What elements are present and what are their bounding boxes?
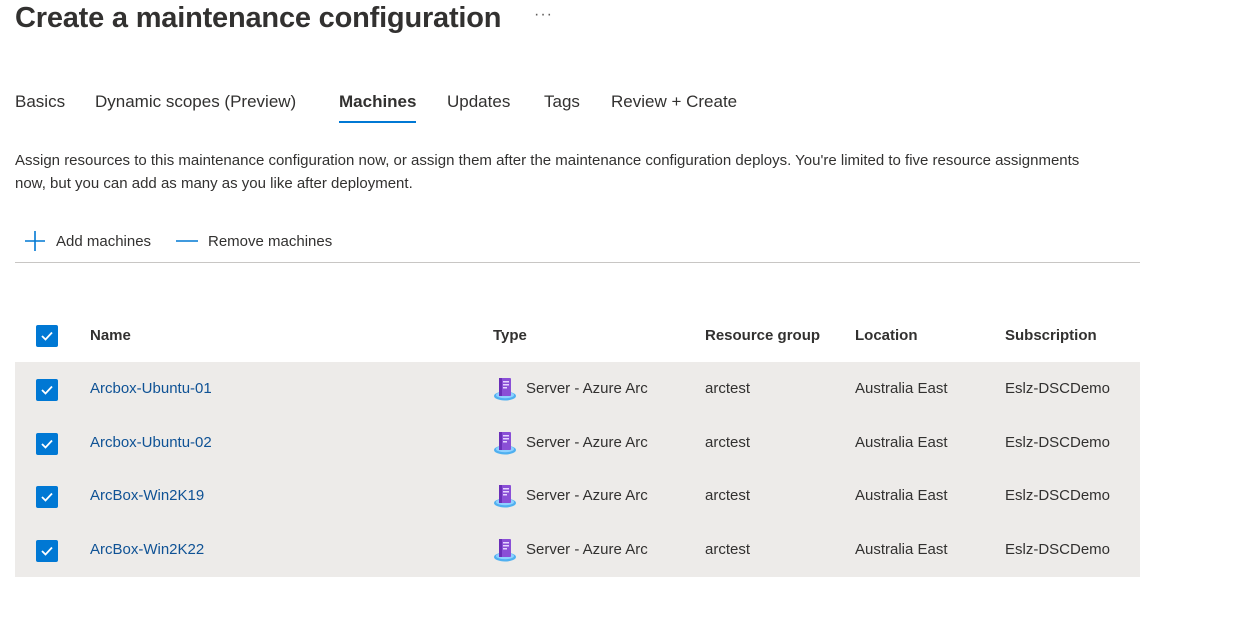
checkmark-icon <box>41 492 53 502</box>
description-text: Assign resources to this maintenance con… <box>15 152 1080 192</box>
azure-arc-server-icon <box>493 537 517 568</box>
table-row[interactable]: ArcBox-Win2K22 Server - Azure Arc arctest A… <box>15 522 1140 577</box>
machine-name-link[interactable]: ArcBox-Win2K19 <box>90 485 204 507</box>
resource-group: arctest <box>705 433 751 451</box>
tab-dynamic-scopes[interactable]: Dynamic scopes (Preview) <box>95 91 296 113</box>
tab-tags[interactable]: Tags <box>544 91 580 113</box>
subscription: Eslz-DSCDemo <box>1005 540 1111 558</box>
remove-machines-label: Remove machines <box>208 232 333 250</box>
tab-machines[interactable]: Machines <box>339 91 416 113</box>
resource-group: arctest <box>705 540 751 558</box>
checkmark-icon <box>41 546 53 556</box>
machine-type: Server - Azure Arc <box>526 487 648 504</box>
minus-icon <box>176 240 198 242</box>
subscription: Eslz-DSCDemo <box>1005 380 1111 397</box>
more-options-button[interactable]: ··· <box>534 6 553 24</box>
page: Create a maintenance configuration ··· B… <box>0 0 1238 636</box>
checkmark-icon <box>41 331 53 341</box>
add-machines-label: Add machines <box>56 232 152 250</box>
machine-name-link[interactable]: ArcBox-Win2K22 <box>90 539 204 561</box>
table-row[interactable]: Arcbox-Ubuntu-02 Server - Azure Arc arctes… <box>15 415 1140 470</box>
machine-name-link[interactable]: Arcbox-Ubuntu-01 <box>90 378 212 400</box>
subscription: Eslz-DSCDemo <box>1005 487 1111 504</box>
machine-type: Server - Azure Arc <box>526 380 648 397</box>
table-row[interactable]: Arcbox-Ubuntu-01 Server - Azure Arc arctes… <box>15 362 1140 416</box>
resource-group: arctest <box>705 487 751 504</box>
azure-arc-server-icon <box>493 376 517 407</box>
tab-review-create[interactable]: Review + Create <box>611 91 737 113</box>
tab-basics[interactable]: Basics <box>15 91 65 113</box>
column-header-resource-group[interactable]: Resource group <box>705 325 820 347</box>
row-checkbox[interactable] <box>36 539 58 562</box>
active-tab-indicator <box>339 121 416 123</box>
column-header-location[interactable]: Location <box>855 325 918 347</box>
location: Australia East <box>855 380 948 397</box>
column-header-type[interactable]: Type <box>493 325 527 347</box>
location: Australia East <box>855 540 948 558</box>
toolbar-divider <box>15 262 1140 263</box>
location: Australia East <box>855 433 948 451</box>
row-checkbox[interactable] <box>36 432 58 455</box>
subscription: Eslz-DSCDemo <box>1005 433 1111 451</box>
row-checkbox[interactable] <box>36 379 58 401</box>
machine-name-link[interactable]: Arcbox-Ubuntu-02 <box>90 432 212 454</box>
add-machines-button[interactable]: Add machines <box>24 230 151 252</box>
location: Australia East <box>855 487 948 504</box>
page-title: Create a maintenance configuration <box>15 2 502 34</box>
row-checkbox[interactable] <box>36 486 58 508</box>
column-header-name[interactable]: Name <box>90 325 131 347</box>
machine-type: Server - Azure Arc <box>526 433 648 451</box>
machine-type: Server - Azure Arc <box>526 540 648 558</box>
azure-arc-server-icon <box>493 483 517 514</box>
checkmark-icon <box>41 385 53 395</box>
table-row[interactable]: ArcBox-Win2K19 Server - Azure Arc arctest A… <box>15 469 1140 523</box>
remove-machines-button[interactable]: Remove machines <box>176 230 332 252</box>
plus-icon <box>25 231 45 251</box>
azure-arc-server-icon <box>493 430 517 461</box>
column-header-subscription[interactable]: Subscription <box>1005 325 1097 347</box>
checkmark-icon <box>41 439 53 449</box>
select-all-checkbox[interactable] <box>36 325 58 347</box>
tab-updates[interactable]: Updates <box>447 91 510 113</box>
resource-group: arctest <box>705 380 751 397</box>
